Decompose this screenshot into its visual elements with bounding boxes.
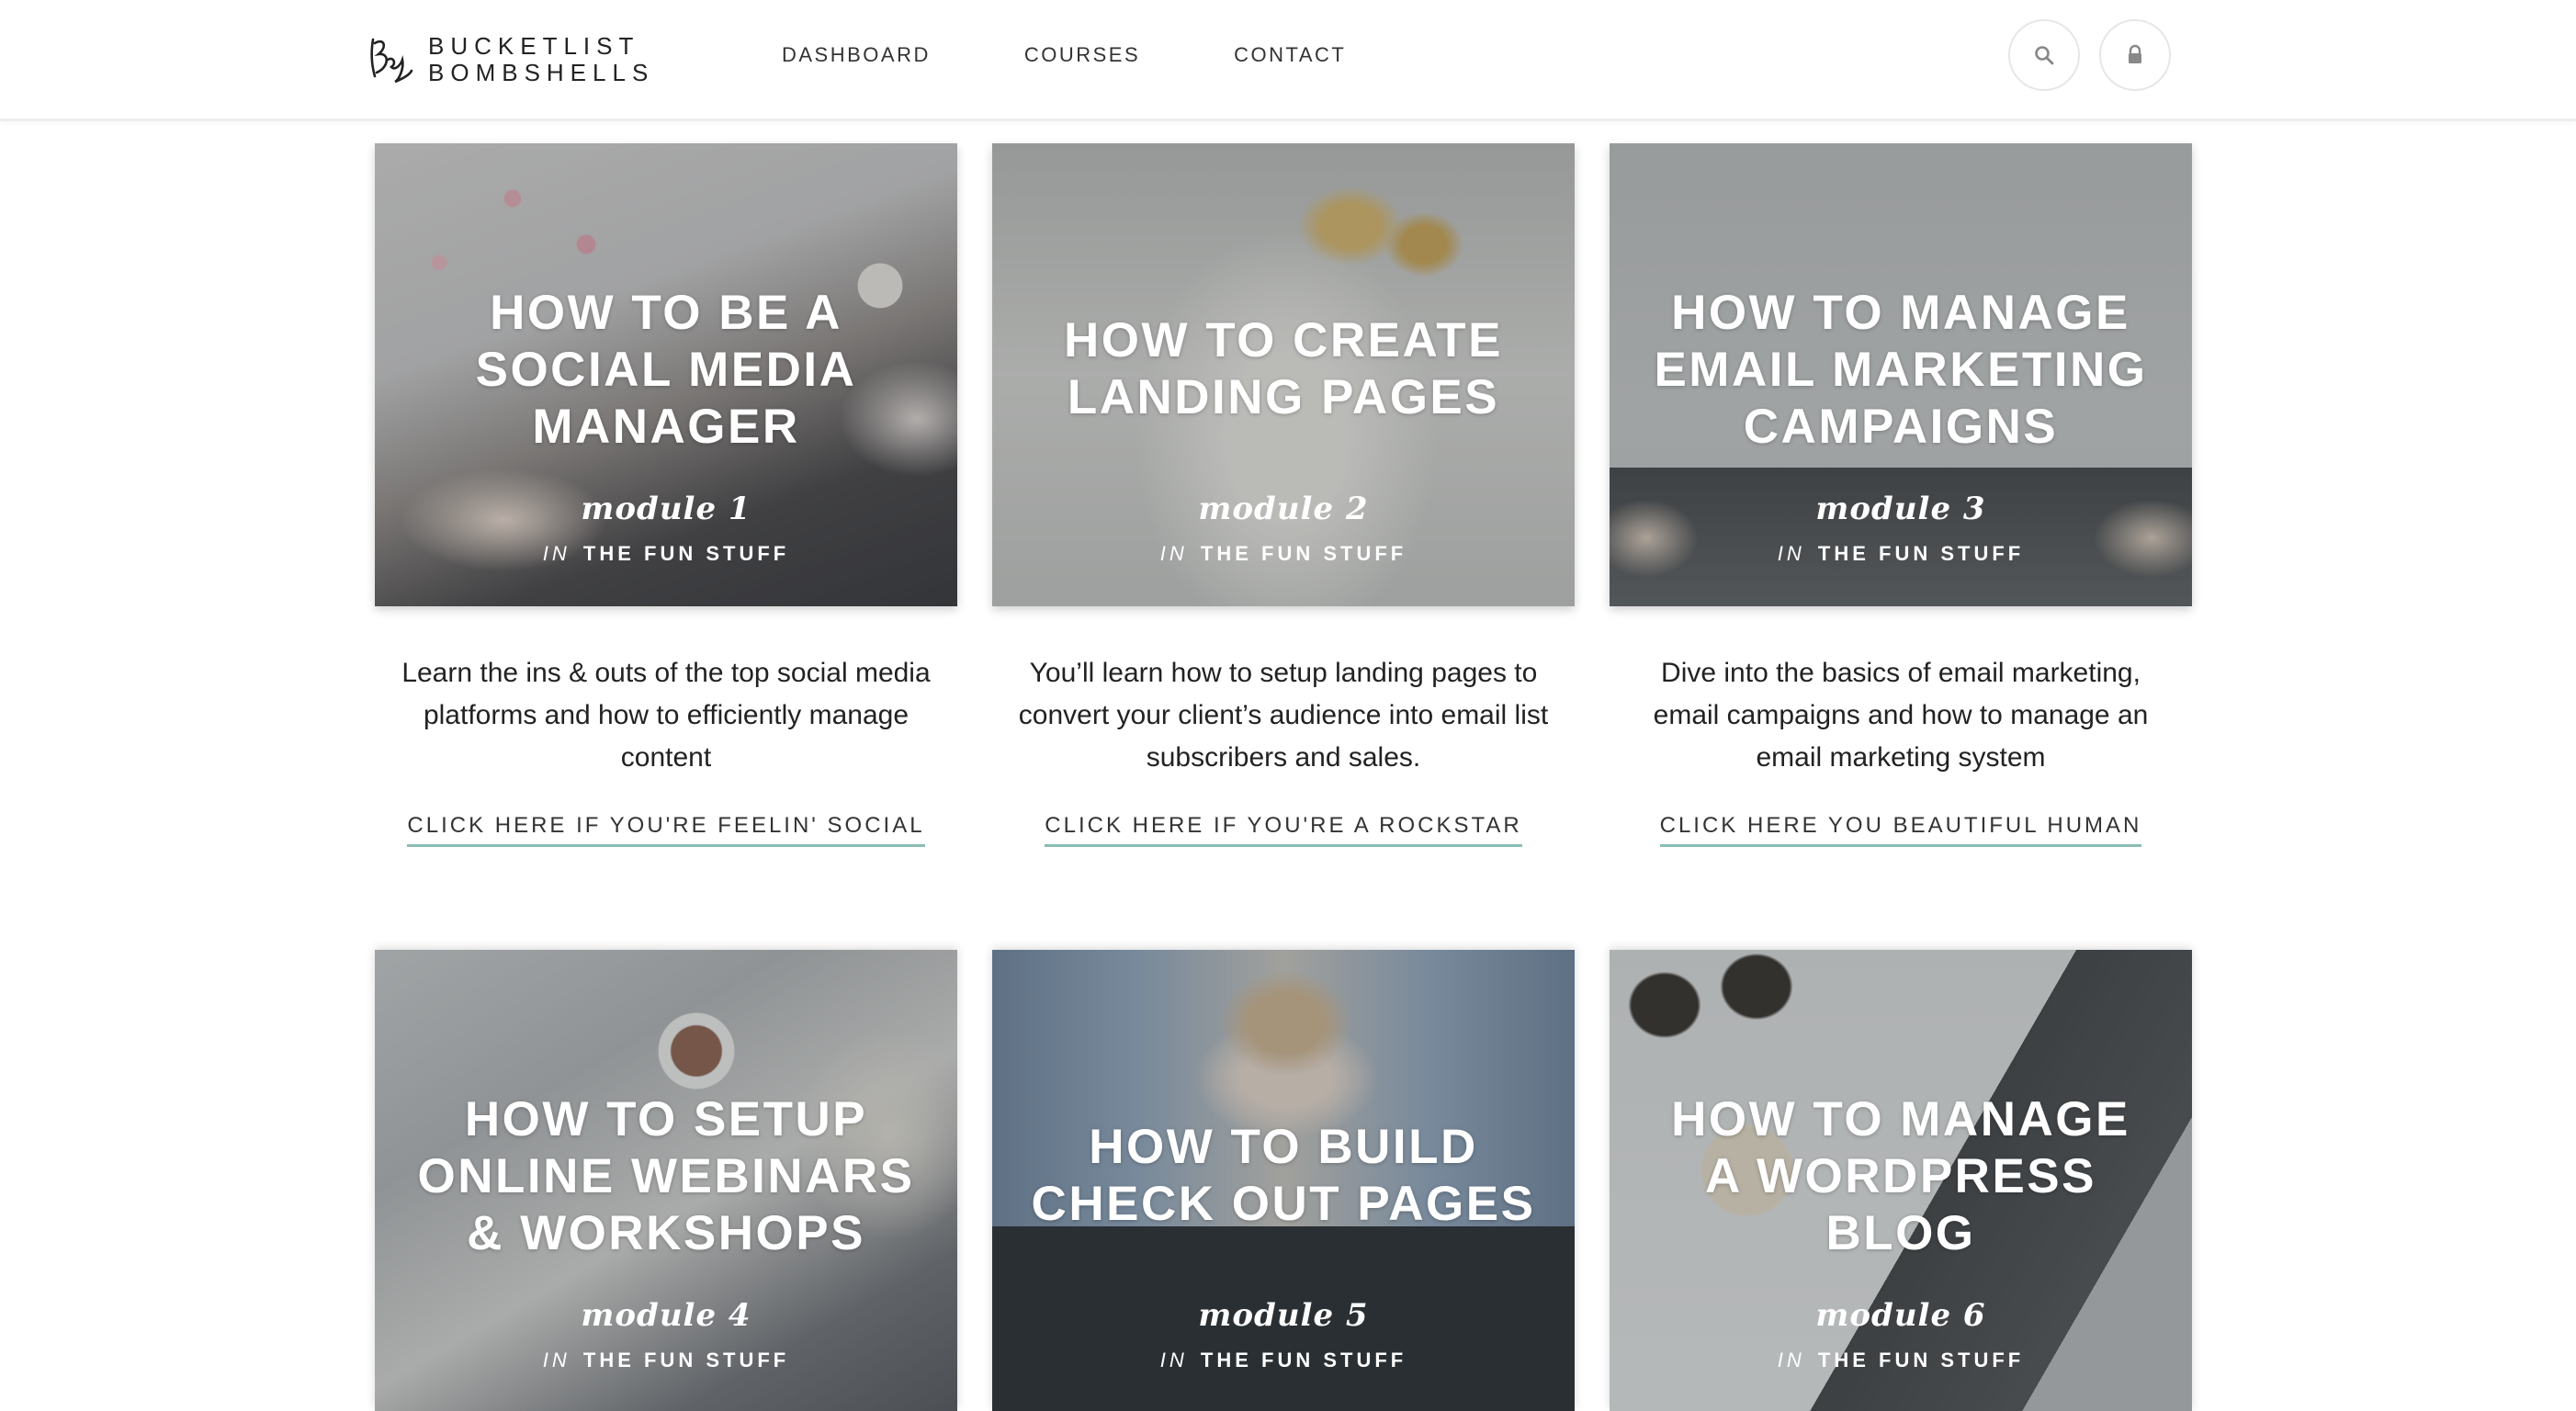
module-3-cta-link[interactable]: CLICK HERE YOU BEAUTIFUL HUMAN xyxy=(1659,813,2142,847)
module-2-cta-wrap: CLICK HERE IF YOU'RE A ROCKSTAR xyxy=(992,813,1575,847)
card-title: HOW TO MANAGE A WORDPRESS BLOG xyxy=(1671,1092,2130,1260)
card-module-label: module 6 xyxy=(1815,1297,1986,1334)
signature-logo-icon xyxy=(370,38,413,84)
card-category: IN THE FUN STUFF xyxy=(1159,542,1407,565)
card-title: HOW TO BE A SOCIAL MEDIA MANAGER xyxy=(475,286,857,454)
module-card-2[interactable]: HOW TO CREATE LANDING PAGES module 2 IN … xyxy=(992,143,1575,606)
brand-line-2: BOMBSHELLS xyxy=(428,59,655,86)
card-module-label: module 4 xyxy=(581,1297,751,1334)
module-card-6[interactable]: HOW TO MANAGE A WORDPRESS BLOG module 6 … xyxy=(1610,950,2192,1411)
card-category: IN THE FUN STUFF xyxy=(1159,1349,1407,1371)
module-1-cta-wrap: CLICK HERE IF YOU'RE FEELIN' SOCIAL xyxy=(375,813,957,847)
card-module-label: module 2 xyxy=(1198,491,1369,527)
card-category: IN THE FUN STUFF xyxy=(542,542,790,565)
search-icon xyxy=(2035,46,2054,65)
module-3-description: Dive into the basics of email marketing,… xyxy=(1653,658,2149,773)
card-title: HOW TO MANAGE EMAIL MARKETING CAMPAIGNS xyxy=(1654,286,2148,454)
card-title: HOW TO SETUP ONLINE WEBINARS & WORKSHOPS xyxy=(417,1092,915,1260)
nav-item-dashboard[interactable]: DASHBOARD xyxy=(782,43,931,67)
card-title: HOW TO CREATE LANDING PAGES xyxy=(1063,313,1504,424)
module-2-cta-link[interactable]: CLICK HERE IF YOU'RE A ROCKSTAR xyxy=(1045,813,1522,847)
login-button[interactable] xyxy=(2099,19,2171,91)
brand-wordmark: BUCKETLIST BOMBSHELLS xyxy=(428,33,654,86)
module-card-3[interactable]: HOW TO MANAGE EMAIL MARKETING CAMPAIGNS … xyxy=(1610,143,2192,606)
module-2-description: You’ll learn how to setup landing pages … xyxy=(1018,658,1549,773)
module-1-description: Learn the ins & outs of the top social m… xyxy=(401,658,931,773)
site-header: BUCKETLIST BOMBSHELLS DASHBOARD COURSES … xyxy=(0,0,2576,121)
card-module-label: module 5 xyxy=(1198,1297,1369,1334)
module-1-cta-link[interactable]: CLICK HERE IF YOU'RE FEELIN' SOCIAL xyxy=(407,813,925,847)
card-category: IN THE FUN STUFF xyxy=(1777,542,2025,565)
module-card-5[interactable]: HOW TO BUILD CHECK OUT PAGES module 5 IN… xyxy=(992,950,1575,1411)
module-3-cta-wrap: CLICK HERE YOU BEAUTIFUL HUMAN xyxy=(1610,813,2192,847)
search-button[interactable] xyxy=(2008,19,2080,91)
nav-item-courses[interactable]: COURSES xyxy=(1024,43,1140,67)
module-card-4[interactable]: HOW TO SETUP ONLINE WEBINARS & WORKSHOPS… xyxy=(375,950,957,1411)
brand-logo[interactable]: BUCKETLIST BOMBSHELLS xyxy=(367,28,654,92)
lock-icon xyxy=(2129,44,2141,63)
nav-item-contact[interactable]: CONTACT xyxy=(1234,43,1346,67)
module-card-1[interactable]: HOW TO BE A SOCIAL MEDIA MANAGER module … xyxy=(375,143,957,606)
card-module-label: module 3 xyxy=(1815,491,1986,527)
main-nav: DASHBOARD COURSES CONTACT xyxy=(782,0,1440,110)
card-module-label: module 1 xyxy=(581,491,751,527)
brand-line-1: BUCKETLIST xyxy=(428,32,640,60)
card-category: IN THE FUN STUFF xyxy=(542,1349,790,1371)
card-category: IN THE FUN STUFF xyxy=(1777,1349,2025,1371)
card-title: HOW TO BUILD CHECK OUT PAGES xyxy=(1031,1120,1536,1231)
